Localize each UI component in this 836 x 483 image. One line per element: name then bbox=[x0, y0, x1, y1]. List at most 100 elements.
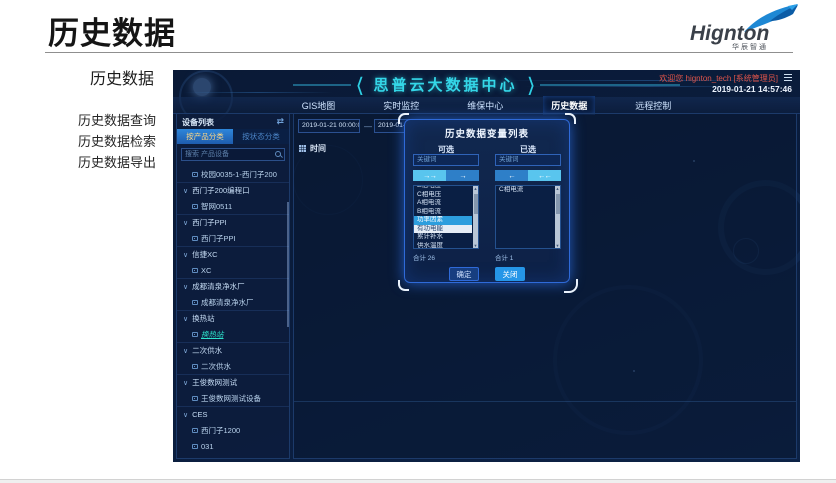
chevron-down-icon: ∨ bbox=[183, 347, 188, 355]
available-item-3[interactable]: B相电流 bbox=[414, 208, 472, 217]
logo-sub-text: 华辰智通 bbox=[732, 42, 768, 52]
modal-corner-bracket bbox=[398, 280, 409, 291]
move-all-right-button[interactable]: →→ bbox=[413, 170, 446, 181]
tree-group-13[interactable]: ∨ 王俊数网测试 bbox=[177, 374, 289, 390]
nav-tab-1[interactable]: 实时监控 bbox=[375, 96, 427, 115]
available-listbox: B相电压C相电压A相电流B相电流功率因素有功电能累计补水供水温度 bbox=[413, 185, 479, 249]
tab-by-status[interactable]: 按状态分类 bbox=[233, 129, 289, 144]
tree-item-label: 成都清泉净水厂 bbox=[201, 297, 254, 308]
tree-item-label: CES bbox=[192, 410, 207, 419]
chevron-down-icon: ∨ bbox=[183, 379, 188, 387]
device-list-panel: 设备列表 ⇄ 按产品分类 按状态分类 搜索 产品设备 校园0035-1-西门子2… bbox=[176, 113, 290, 459]
close-button[interactable]: 关闭 bbox=[495, 267, 525, 281]
side-nav-item-search[interactable]: 历史数据检索 bbox=[78, 131, 156, 152]
available-item-6[interactable]: 累计补水 bbox=[414, 233, 472, 242]
tree-leaf-16[interactable]: 西门子1200 bbox=[177, 422, 289, 438]
hignton-logo: Hignton 华辰智通 bbox=[684, 6, 796, 50]
chosen-item-0[interactable]: C相电流 bbox=[496, 186, 554, 195]
side-nav-heading: 历史数据 bbox=[90, 65, 154, 89]
tree-leaf-10[interactable]: 换热站 bbox=[177, 326, 289, 342]
available-keyword-input[interactable]: 关键词 bbox=[413, 154, 479, 166]
tree-item-label: 王俊数网测试 bbox=[192, 377, 237, 388]
tree-leaf-6[interactable]: XC bbox=[177, 262, 289, 278]
collapse-panel-icon[interactable]: ⇄ bbox=[276, 116, 284, 127]
nav-tab-3[interactable]: 历史数据 bbox=[543, 96, 595, 115]
tree-leaf-0[interactable]: 校园0035-1-西门子200 bbox=[177, 166, 289, 182]
tree-group-7[interactable]: ∨ 成都清泉净水厂 bbox=[177, 278, 289, 294]
title-bracket-right: ❭ bbox=[526, 73, 537, 95]
date-from-input[interactable]: 2019-01-21 00:00:00 bbox=[298, 119, 360, 133]
search-icon bbox=[275, 151, 281, 157]
device-tag-icon bbox=[192, 236, 198, 241]
grid-icon bbox=[299, 145, 306, 152]
move-all-left-button[interactable]: ←← bbox=[528, 170, 561, 181]
tree-item-label: 二次供水 bbox=[192, 345, 222, 356]
tree-group-9[interactable]: ∨换热站 bbox=[177, 310, 289, 326]
available-item-5[interactable]: 有功电能 bbox=[414, 225, 472, 234]
chevron-down-icon: ∨ bbox=[183, 283, 188, 291]
modal-corner-bracket bbox=[564, 279, 578, 293]
device-tag-icon bbox=[192, 396, 198, 401]
tree-item-label: 西门子1200 bbox=[201, 425, 240, 436]
available-label: 可选 bbox=[413, 144, 479, 154]
tree-item-label: 校园0035-1-西门子200 bbox=[201, 169, 277, 180]
date-range-separator: — bbox=[364, 122, 372, 131]
side-nav-item-query[interactable]: 历史数据查询 bbox=[78, 110, 156, 131]
available-item-1[interactable]: C相电压 bbox=[414, 191, 472, 200]
tree-item-label: 西门子200编程口 bbox=[192, 185, 250, 196]
available-item-4[interactable]: 功率因素 bbox=[414, 216, 472, 225]
tree-item-label: XC bbox=[201, 266, 211, 275]
page-title: 历史数据 bbox=[48, 8, 176, 53]
tree-leaf-17[interactable]: 031 bbox=[177, 438, 289, 451]
available-item-2[interactable]: A相电流 bbox=[414, 199, 472, 208]
tree-leaf-2[interactable]: 智网0511 bbox=[177, 198, 289, 214]
move-right-button[interactable]: → bbox=[446, 170, 479, 181]
device-tag-icon bbox=[192, 204, 198, 209]
available-list-scrollbar[interactable] bbox=[473, 186, 478, 248]
tree-item-label: 西门子PPI bbox=[192, 217, 227, 228]
device-tag-icon bbox=[192, 268, 198, 273]
dashboard-title: 思普云大数据中心 bbox=[373, 74, 517, 95]
chosen-keyword-input[interactable]: 关键词 bbox=[495, 154, 561, 166]
table-divider bbox=[294, 401, 796, 402]
modal-title: 历史数据变量列表 bbox=[405, 126, 569, 140]
modal-corner-bracket bbox=[565, 113, 576, 124]
chosen-listbox: C相电流 bbox=[495, 185, 561, 249]
confirm-button[interactable]: 确定 bbox=[449, 267, 479, 281]
device-tag-icon bbox=[192, 444, 198, 449]
tree-item-label: 智网0511 bbox=[201, 201, 232, 212]
device-tag-icon bbox=[192, 172, 198, 177]
tree-leaf-4[interactable]: 西门子PPI bbox=[177, 230, 289, 246]
available-item-7[interactable]: 供水温度 bbox=[414, 242, 472, 250]
chosen-list-scrollbar[interactable] bbox=[555, 186, 560, 248]
nav-tab-4[interactable]: 远程控制 bbox=[627, 96, 679, 115]
tree-group-15[interactable]: ∨CES bbox=[177, 406, 289, 422]
variable-list-modal: 历史数据变量列表 可选 关键词 →→ → B相电压C相电压A相电流B相电流功率因… bbox=[404, 119, 570, 283]
dash-nav: GIS地图 实时监控 维保中心 历史数据 远程控制 bbox=[173, 97, 800, 114]
tree-group-1[interactable]: ∨ 西门子200编程口 bbox=[177, 182, 289, 198]
tree-group-3[interactable]: ∨西门子PPI bbox=[177, 214, 289, 230]
slide-bottom-strip bbox=[0, 479, 836, 483]
tree-leaf-14[interactable]: 王俊数网测试设备 bbox=[177, 390, 289, 406]
chevron-down-icon: ∨ bbox=[183, 315, 188, 323]
chevron-down-icon: ∨ bbox=[183, 187, 188, 195]
tab-by-product[interactable]: 按产品分类 bbox=[177, 129, 233, 144]
tree-item-label: 031 bbox=[201, 442, 214, 451]
dashboard-screenshot: ❬ 思普云大数据中心 ❭ 欢迎您 hignton_tech [系统管理员] 20… bbox=[173, 70, 800, 462]
tree-leaf-12[interactable]: 二次供水 bbox=[177, 358, 289, 374]
dashboard-header: ❬ 思普云大数据中心 ❭ 欢迎您 hignton_tech [系统管理员] 20… bbox=[173, 70, 800, 96]
tree-group-5[interactable]: ∨信捷XC bbox=[177, 246, 289, 262]
tree-leaf-8[interactable]: 成都清泉净水厂 bbox=[177, 294, 289, 310]
tree-group-11[interactable]: ∨ 二次供水 bbox=[177, 342, 289, 358]
title-deco-line-left bbox=[293, 84, 351, 86]
move-left-button[interactable]: ← bbox=[495, 170, 528, 181]
nav-tab-2[interactable]: 维保中心 bbox=[459, 96, 511, 115]
menu-icon[interactable] bbox=[784, 74, 792, 81]
tree-scrollbar[interactable] bbox=[287, 202, 289, 327]
chevron-down-icon: ∨ bbox=[183, 251, 188, 259]
chosen-label: 已选 bbox=[495, 144, 561, 154]
side-nav-item-export[interactable]: 历史数据导出 bbox=[78, 152, 156, 173]
tree-item-label: 成都清泉净水厂 bbox=[192, 281, 245, 292]
device-search-input[interactable]: 搜索 产品设备 bbox=[181, 148, 285, 161]
nav-tab-0[interactable]: GIS地图 bbox=[294, 96, 344, 115]
